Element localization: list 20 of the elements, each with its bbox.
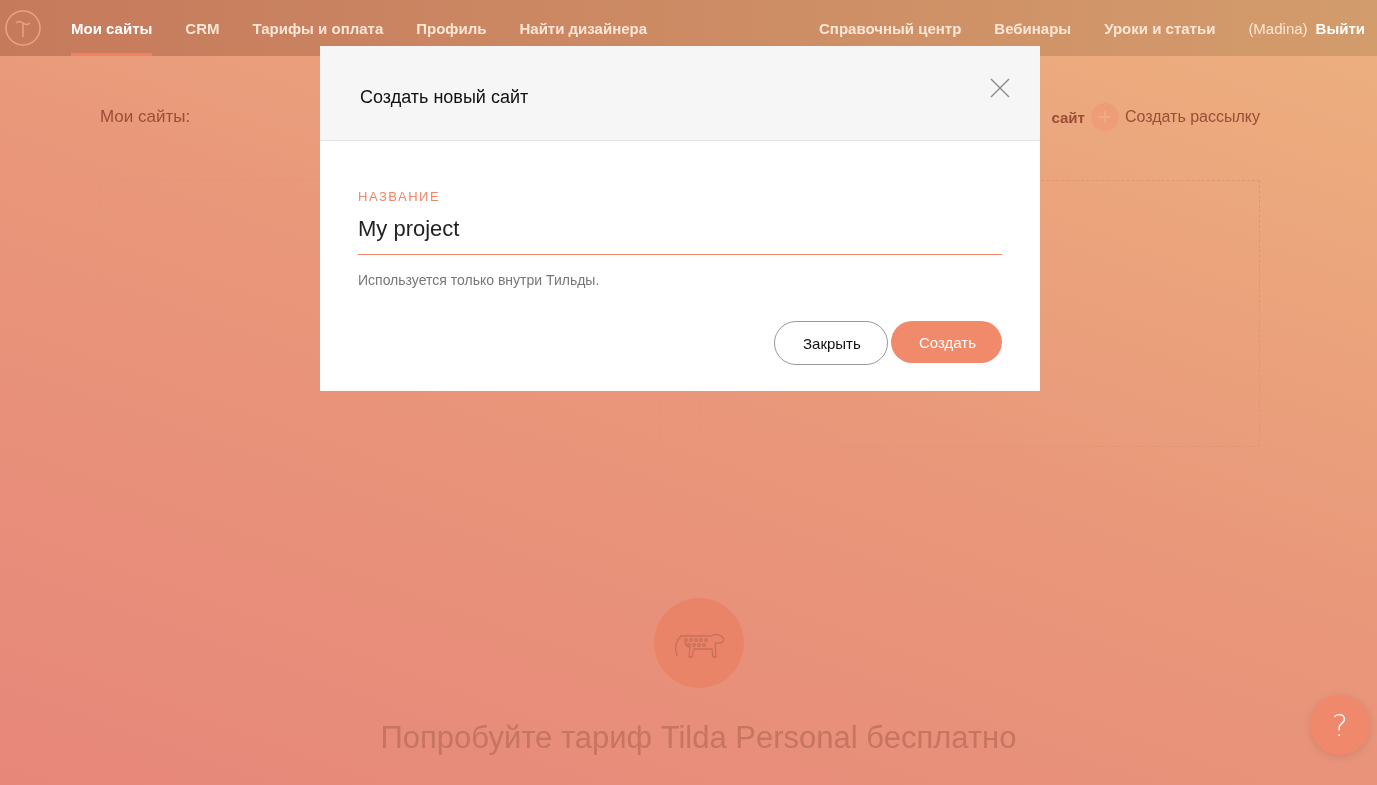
user-name: (Madina) [1248, 19, 1308, 37]
name-input-field[interactable]: My project [358, 212, 1002, 255]
close-button[interactable]: Закрыть [774, 321, 888, 365]
nav-link[interactable]: Справочный центр [819, 19, 962, 37]
page-heading: Мои сайты: [100, 107, 191, 127]
nav-link[interactable]: Вебинары [994, 19, 1072, 37]
logout-link[interactable]: Выйти [1315, 19, 1365, 37]
field-hint: Используется только внутри Тильды. [358, 272, 601, 288]
leopard-icon [653, 598, 744, 688]
close-icon[interactable] [990, 78, 1010, 98]
dialog-title: Создать новый сайт [360, 85, 529, 108]
create-site-link[interactable]: сайт [1051, 108, 1085, 126]
create-newsletter-link[interactable]: Создать рассылку [1124, 108, 1260, 126]
field-label: НАЗВАНИЕ [358, 189, 442, 204]
nav-tab[interactable]: CRM [185, 0, 220, 56]
create-button[interactable]: Создать [891, 321, 1002, 363]
nav-link[interactable]: Уроки и статьи [1104, 19, 1216, 37]
help-button[interactable]: ? [1310, 695, 1370, 755]
logo-icon[interactable] [5, 10, 41, 46]
nav-tab[interactable]: Мои сайты [71, 0, 153, 56]
